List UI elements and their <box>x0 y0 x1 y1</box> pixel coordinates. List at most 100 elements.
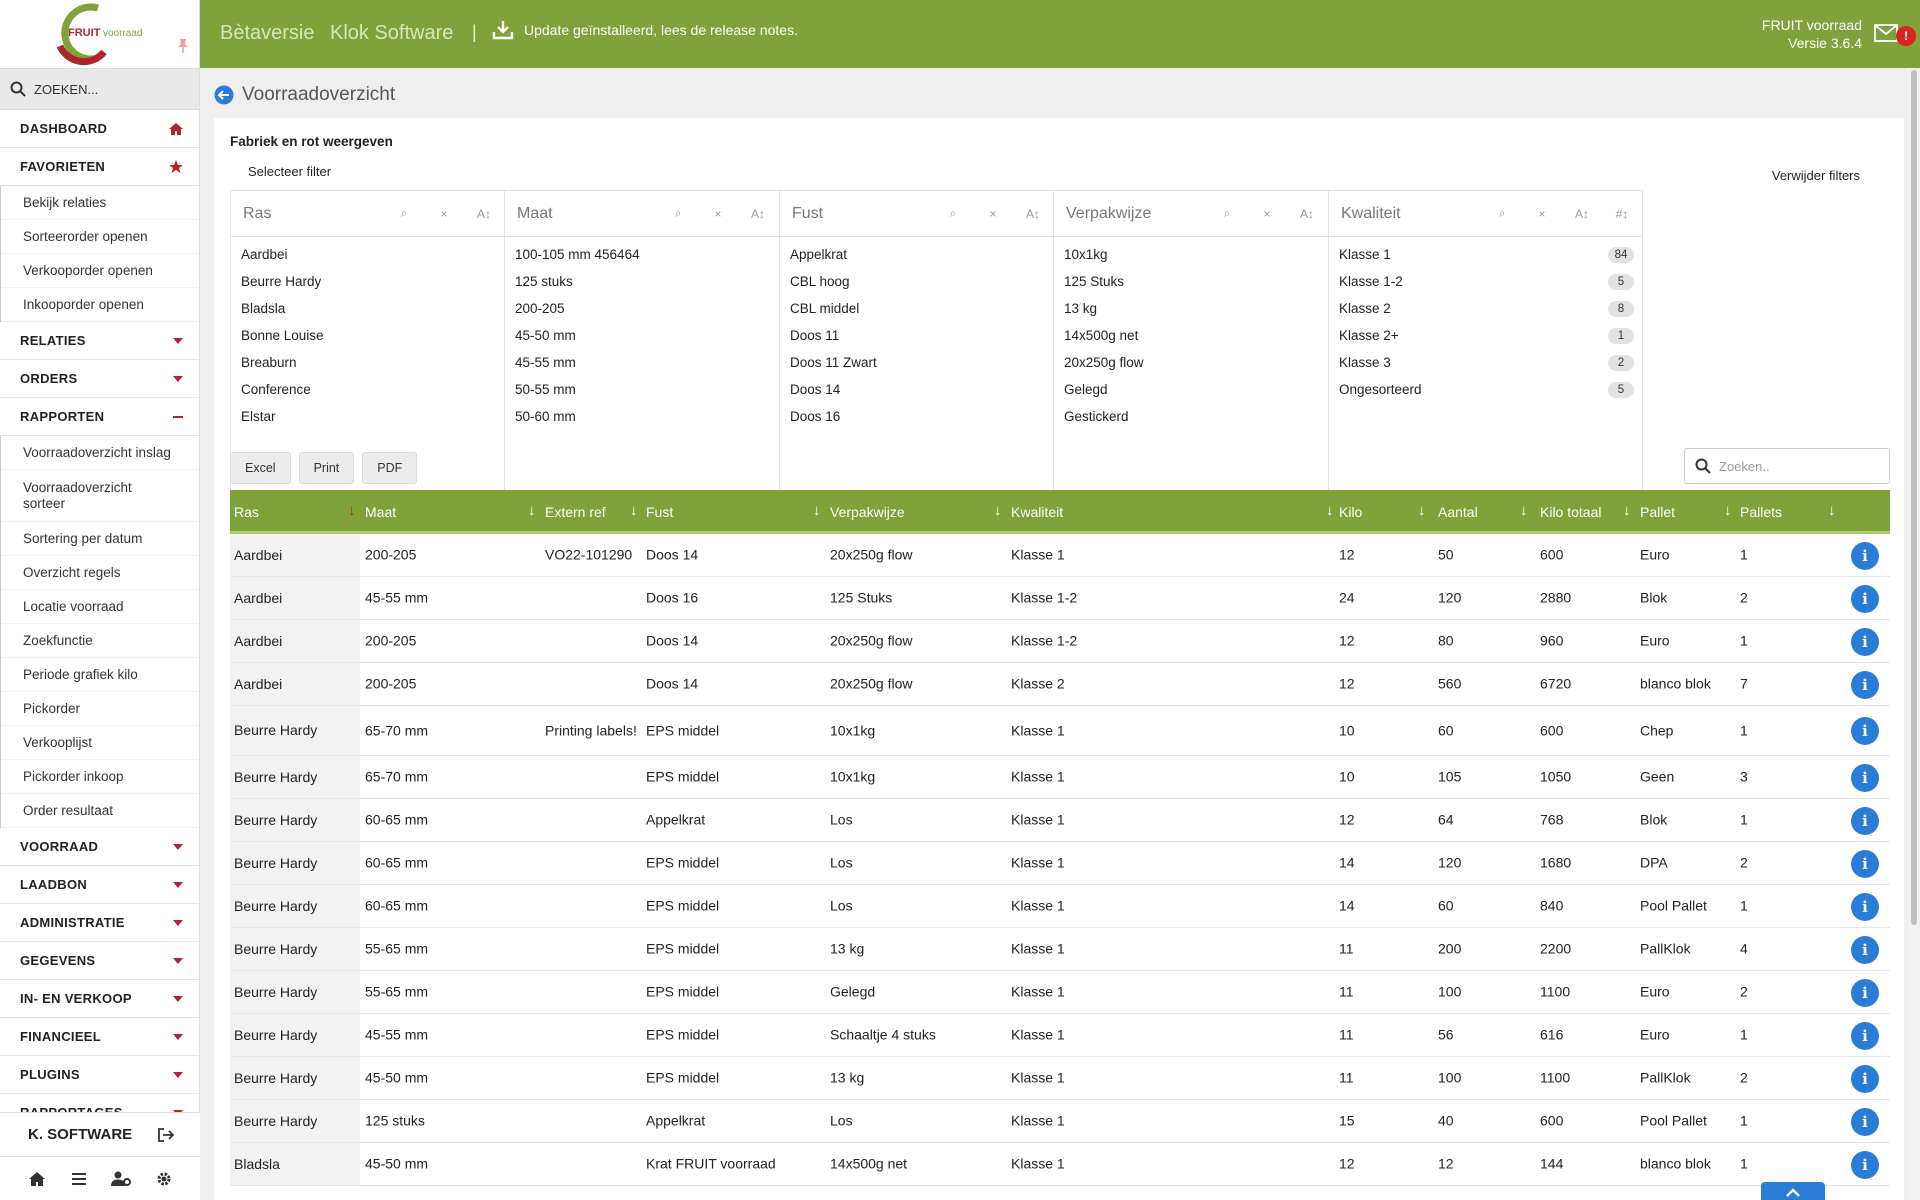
filter-option[interactable]: 20x250g flow7 <box>1064 349 1359 376</box>
filter-search-icon[interactable]: ⌕ <box>658 206 698 221</box>
menu-icon[interactable] <box>71 1172 87 1186</box>
rap-item[interactable]: Locatie voorraad <box>1 590 199 624</box>
sort-alpha-icon[interactable]: A↕ <box>1013 207 1053 221</box>
info-icon[interactable]: i <box>1851 806 1879 835</box>
filter-search-icon[interactable]: ⌕ <box>1482 206 1522 221</box>
filter-option[interactable]: Beurre Hardy10 <box>241 268 536 295</box>
nav-administratie[interactable]: ADMINISTRATIE <box>0 904 199 942</box>
sidebar-search[interactable]: ZOEKEN... <box>0 68 199 110</box>
fav-item[interactable]: Verkooporder openen <box>1 254 199 288</box>
filter-option[interactable]: Appelkrat5 <box>790 241 1085 268</box>
sort-arrow-icon[interactable]: ↓ <box>994 502 1002 519</box>
filter-option[interactable]: Breaburn5 <box>241 349 536 376</box>
mail-icon[interactable] <box>1874 24 1898 44</box>
header-kilo[interactable]: Kilo <box>1339 504 1362 520</box>
clear-filters-button[interactable]: Verwijder filters <box>1772 168 1860 183</box>
table-row[interactable]: Beurre Hardy 55-65 mm EPS middel Gelegd Klas… <box>230 971 1890 1014</box>
info-icon[interactable]: i <box>1851 1021 1879 1050</box>
scrollbar-thumb[interactable] <box>1911 70 1917 925</box>
sort-count-icon[interactable]: #↕ <box>1602 207 1642 221</box>
info-icon[interactable]: i <box>1851 627 1879 656</box>
home-icon[interactable] <box>28 1171 46 1187</box>
rap-item[interactable]: Zoekfunctie <box>1 624 199 658</box>
fav-item[interactable]: Inkooporder openen <box>1 288 199 322</box>
table-row[interactable]: Aardbei 45-55 mm Doos 16 125 Stuks Klasse 1-… <box>230 577 1890 620</box>
scroll-top-button[interactable] <box>1761 1182 1825 1200</box>
header-aantal[interactable]: Aantal <box>1438 504 1478 520</box>
rap-item[interactable]: Voorraadoverzicht sorteer <box>1 470 199 522</box>
filter-option[interactable]: Doos 147 <box>790 376 1085 403</box>
filter-option[interactable]: 45-50 mm10 <box>515 322 810 349</box>
table-row[interactable]: Bladsla 45-50 mm Krat FRUIT voorraad 14x500… <box>230 1143 1890 1186</box>
back-icon[interactable] <box>214 85 234 105</box>
gear-icon[interactable] <box>156 1171 172 1187</box>
table-row[interactable]: Beurre Hardy 55-65 mm EPS middel 13 kg Klass… <box>230 928 1890 971</box>
nav-gegevens[interactable]: GEGEVENS <box>0 942 199 980</box>
info-icon[interactable]: i <box>1851 670 1879 699</box>
table-row[interactable]: Aardbei 200-205 VO22-101290 Doos 14 20x250g … <box>230 534 1890 577</box>
filter-option[interactable]: Doos 11 Zwart1 <box>790 349 1085 376</box>
info-icon[interactable]: i <box>1851 849 1879 878</box>
rap-item[interactable]: Verkooplijst <box>1 726 199 760</box>
filter-clear-icon[interactable]: × <box>1247 207 1287 221</box>
filter-option[interactable]: Aardbei4 <box>241 241 536 268</box>
header-fust[interactable]: Fust <box>646 504 673 520</box>
fav-item[interactable]: Bekijk relaties <box>1 186 199 220</box>
fav-item[interactable]: Sorteerorder openen <box>1 220 199 254</box>
filter-option[interactable]: Conference53 <box>241 376 536 403</box>
info-icon[interactable]: i <box>1851 1150 1879 1179</box>
nav-relaties[interactable]: RELATIES <box>0 322 199 360</box>
table-row[interactable]: Beurre Hardy 125 stuks Appelkrat Los Klasse … <box>230 1100 1890 1143</box>
header-kilo-totaal[interactable]: Kilo totaal <box>1540 504 1601 520</box>
filter-search-icon[interactable]: ⌕ <box>384 206 424 221</box>
filter-option[interactable]: Bladsla1 <box>241 295 536 322</box>
header-ras[interactable]: Ras <box>234 504 259 520</box>
rap-item[interactable]: Pickorder inkoop <box>1 760 199 794</box>
table-search[interactable]: Zoeken.. <box>1684 448 1890 484</box>
filter-option[interactable]: CBL hoog6 <box>790 268 1085 295</box>
rap-item[interactable]: Voorraadoverzicht inslag <box>1 436 199 470</box>
nav-rapporten[interactable]: RAPPORTEN <box>0 398 199 436</box>
filter-clear-icon[interactable]: × <box>424 207 464 221</box>
filter-option[interactable]: 200-2054 <box>515 295 810 322</box>
filter-search-icon[interactable]: ⌕ <box>1207 206 1247 221</box>
sort-arrow-icon[interactable]: ↓ <box>630 502 638 519</box>
info-icon[interactable]: i <box>1851 935 1879 964</box>
table-row[interactable]: Aardbei 200-205 Doos 14 20x250g flow Klasse … <box>230 663 1890 706</box>
beta-link[interactable]: Bètaversie <box>220 22 315 45</box>
nav-voorraad[interactable]: VOORRAAD <box>0 828 199 866</box>
nav-favorieten[interactable]: FAVORIETEN <box>0 148 199 186</box>
filter-list[interactable]: Appelkrat5CBL hoog6CBL middel20Doos 112D… <box>780 237 1093 507</box>
filter-option[interactable]: Doos 166 <box>790 403 1085 430</box>
table-row[interactable]: Beurre Hardy 60-65 mm EPS middel Los Klasse … <box>230 842 1890 885</box>
rap-item[interactable]: Pickorder <box>1 692 199 726</box>
logo[interactable]: FRUIT voorraad <box>0 0 199 68</box>
filter-option[interactable]: Gelegd16 <box>1064 376 1359 403</box>
table-row[interactable]: Aardbei 200-205 Doos 14 20x250g flow Klasse … <box>230 620 1890 663</box>
header-pallets[interactable]: Pallets <box>1740 504 1782 520</box>
rap-item[interactable]: Order resultaat <box>1 794 199 828</box>
filter-list[interactable]: 10x1kg7125 Stuks113 kg314x500g net120x25… <box>1054 237 1367 507</box>
pin-icon[interactable] <box>177 38 189 54</box>
rap-item[interactable]: Sortering per datum <box>1 522 199 556</box>
filter-option[interactable]: Klasse 1-2 5 <box>1339 268 1634 295</box>
sort-alpha-icon[interactable]: A↕ <box>464 207 504 221</box>
table-row[interactable]: Beurre Hardy 60-65 mm EPS middel Los Klasse … <box>230 885 1890 928</box>
sort-arrow-icon[interactable]: ↓ <box>1623 502 1631 519</box>
filter-clear-icon[interactable]: × <box>1522 207 1562 221</box>
rap-item[interactable]: Overzicht regels <box>1 556 199 590</box>
header-verpakwijze[interactable]: Verpakwijze <box>830 504 905 520</box>
table-search-input[interactable]: Zoeken.. <box>1719 459 1770 474</box>
print-button[interactable]: Print <box>298 452 355 484</box>
header-kwaliteit[interactable]: Kwaliteit <box>1011 504 1063 520</box>
filter-option[interactable]: 100-105 mm 4564642 <box>515 241 810 268</box>
filter-option[interactable]: Klasse 1 84 <box>1339 241 1634 268</box>
filter-option[interactable]: 10x1kg7 <box>1064 241 1359 268</box>
excel-button[interactable]: Excel <box>230 452 291 484</box>
header-extern-ref[interactable]: Extern ref <box>545 504 606 520</box>
page-scrollbar[interactable] <box>1908 68 1920 1200</box>
filter-toggle-label[interactable]: Fabriek en rot weergeven <box>230 134 393 149</box>
notification-badge[interactable]: ! <box>1896 26 1916 46</box>
user-settings-icon[interactable] <box>111 1171 132 1187</box>
header-pallet[interactable]: Pallet <box>1640 504 1675 520</box>
